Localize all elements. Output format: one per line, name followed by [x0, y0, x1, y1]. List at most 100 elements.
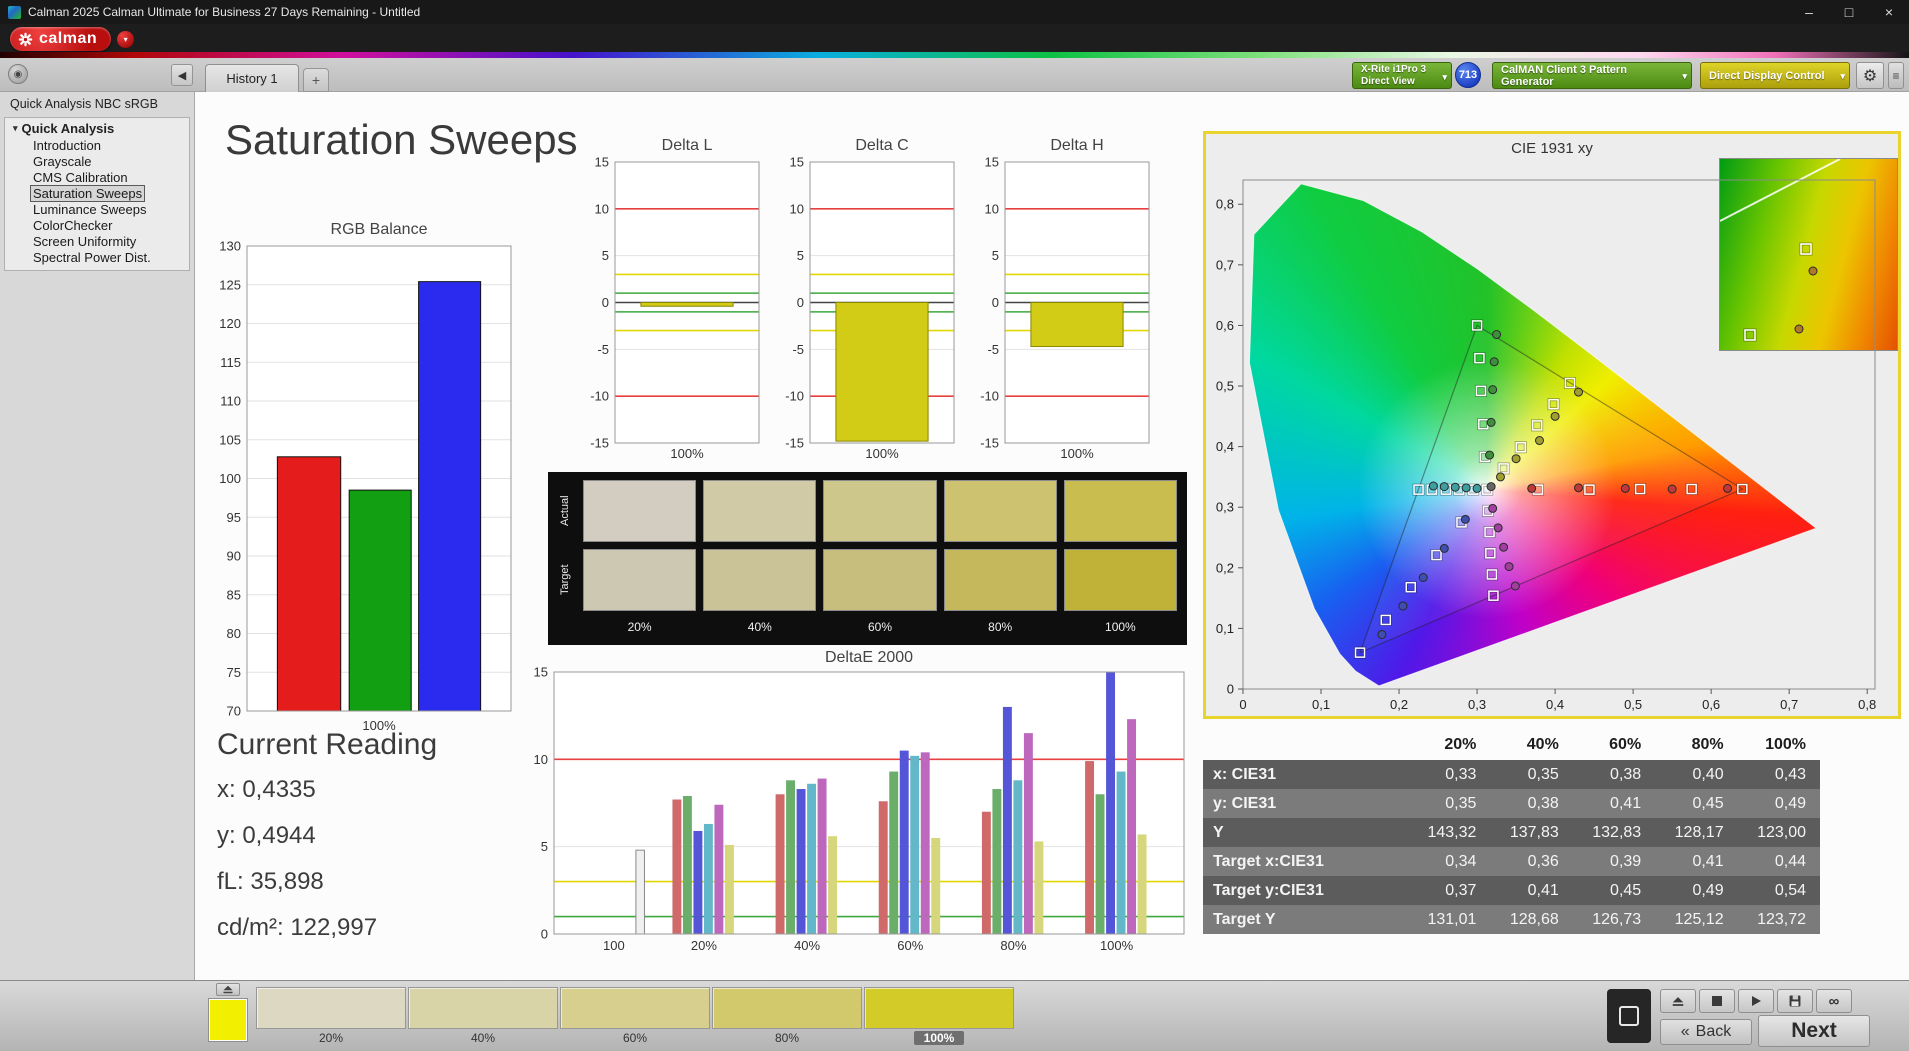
- stop-button[interactable]: [1699, 989, 1735, 1013]
- sidebar-item-colorchecker[interactable]: ColorChecker: [31, 218, 114, 233]
- target-swatch: [703, 549, 817, 611]
- table-cell: 0,33: [1445, 765, 1477, 783]
- saturation-level-40[interactable]: 40%: [408, 987, 558, 1045]
- table-cell: 0,54: [1774, 881, 1806, 899]
- meter-dropdown[interactable]: X-Rite i1Pro 3 Direct View ▾: [1352, 62, 1452, 89]
- svg-text:105: 105: [219, 432, 241, 447]
- table-header-row: 20% 40% 60% 80% 100%: [1203, 730, 1820, 760]
- eject-button[interactable]: [1660, 989, 1696, 1013]
- close-button[interactable]: ×: [1869, 0, 1909, 24]
- chevron-down-icon: ▾: [1682, 71, 1687, 81]
- next-label: Next: [1791, 1019, 1837, 1042]
- svg-text:5: 5: [602, 248, 609, 263]
- saturation-level-80[interactable]: 80%: [712, 987, 862, 1045]
- table-row: x: CIE31 0,33 0,35 0,38 0,40 0,43: [1203, 760, 1820, 789]
- play-button[interactable]: [1738, 989, 1774, 1013]
- svg-text:0,1: 0,1: [1312, 697, 1330, 712]
- current-reading-x: x: 0,4335: [217, 776, 316, 803]
- delta-c-chart: Delta C -15 -10 -5 0 5 10 15 100%: [766, 136, 961, 476]
- svg-text:40%: 40%: [794, 938, 820, 953]
- svg-text:100%: 100%: [1060, 446, 1094, 461]
- continuous-measure-button[interactable]: ∞: [1816, 989, 1852, 1013]
- overflow-menu-button[interactable]: ≡: [1888, 62, 1904, 89]
- svg-text:0: 0: [1239, 697, 1246, 712]
- svg-text:5: 5: [541, 839, 548, 854]
- saturation-level-20[interactable]: 20%: [256, 987, 406, 1045]
- current-pattern-panel: [205, 983, 251, 1047]
- svg-text:0,6: 0,6: [1216, 318, 1234, 333]
- svg-text:120: 120: [219, 316, 241, 331]
- calman-flower-icon: [18, 32, 33, 46]
- add-tab-button[interactable]: +: [303, 68, 329, 92]
- display-control-dropdown[interactable]: Direct Display Control ▾: [1700, 62, 1850, 89]
- svg-text:0: 0: [797, 295, 804, 310]
- table-cell: 0,45: [1692, 794, 1724, 812]
- back-chevron-icon: «: [1680, 1023, 1690, 1040]
- table-column-header: 20%: [1444, 736, 1477, 753]
- display-control-label: Direct Display Control: [1709, 69, 1825, 82]
- pattern-window-icon: [1619, 1006, 1639, 1026]
- level-label: 100%: [913, 1031, 965, 1045]
- svg-text:0,8: 0,8: [1216, 197, 1234, 212]
- svg-text:20%: 20%: [691, 938, 717, 953]
- svg-text:125: 125: [219, 277, 241, 292]
- table-cell: 0,35: [1445, 794, 1477, 812]
- table-column-header: 60%: [1609, 736, 1642, 753]
- back-label: Back: [1695, 1023, 1732, 1040]
- svg-text:-15: -15: [785, 436, 804, 451]
- minimize-button[interactable]: –: [1789, 0, 1829, 24]
- workspace-pin-button[interactable]: ◉: [8, 64, 28, 84]
- sidebar-collapse-button[interactable]: ◀: [171, 64, 193, 86]
- next-button[interactable]: Next: [1758, 1015, 1870, 1047]
- saturation-level-60[interactable]: 60%: [560, 987, 710, 1045]
- cie-title: CIE 1931 xy: [1511, 140, 1593, 157]
- eject-icon[interactable]: [216, 983, 240, 996]
- calman-logo-text: calman: [39, 30, 98, 47]
- maximize-button[interactable]: □: [1829, 0, 1869, 24]
- table-cell: 0,49: [1774, 794, 1806, 812]
- sidebar-item-screen-uniformity[interactable]: Screen Uniformity: [31, 234, 138, 249]
- table-cell: 0,35: [1527, 765, 1559, 783]
- table-cell: 128,17: [1674, 823, 1724, 841]
- sidebar-item-luminance-sweeps[interactable]: Luminance Sweeps: [31, 202, 148, 217]
- sidebar-item-cms-calibration[interactable]: CMS Calibration: [31, 170, 130, 185]
- swatch-row-label: Actual: [559, 495, 571, 527]
- actual-swatch: [703, 480, 817, 542]
- settings-gear-button[interactable]: ⚙: [1856, 62, 1884, 89]
- level-swatch: [560, 987, 710, 1029]
- saturation-level-strip: 20% 40% 60% 80% 100%: [256, 987, 1014, 1045]
- pattern-generator-dropdown[interactable]: CalMAN Client 3 Pattern Generator ▾: [1492, 62, 1692, 89]
- table-cell: 123,00: [1757, 823, 1806, 841]
- sidebar-item-grayscale[interactable]: Grayscale: [31, 154, 94, 169]
- sidebar-item-spectral-power-dist-[interactable]: Spectral Power Dist.: [31, 250, 153, 265]
- sidebar-item-introduction[interactable]: Introduction: [31, 138, 103, 153]
- target-swatch: [823, 549, 937, 611]
- back-button[interactable]: « Back: [1660, 1019, 1752, 1045]
- tab-history-1[interactable]: History 1: [205, 64, 299, 92]
- table-column-header: 100%: [1765, 736, 1806, 753]
- table-row-label: Y: [1213, 823, 1224, 841]
- actual-swatch: [583, 480, 697, 542]
- pattern-window-button[interactable]: [1607, 989, 1651, 1043]
- saturation-level-100[interactable]: 100%: [864, 987, 1014, 1045]
- sidebar-item-saturation-sweeps[interactable]: Saturation Sweeps: [29, 185, 146, 202]
- svg-text:10: 10: [985, 201, 999, 216]
- svg-text:0,5: 0,5: [1216, 379, 1234, 394]
- svg-text:0: 0: [602, 295, 609, 310]
- save-button[interactable]: [1777, 989, 1813, 1013]
- table-cell: 0,36: [1527, 852, 1559, 870]
- table-cell: 0,38: [1610, 765, 1642, 783]
- calman-logo[interactable]: calman: [10, 27, 112, 51]
- svg-text:100%: 100%: [1100, 938, 1134, 953]
- svg-text:95: 95: [227, 510, 241, 525]
- tree-root-label: Quick Analysis: [21, 121, 115, 136]
- table-cell: 0,38: [1527, 794, 1559, 812]
- logo-bar: calman ▾: [0, 24, 1909, 58]
- sidebar-item-quick-analysis-root[interactable]: ▾ Quick Analysis: [5, 120, 189, 137]
- table-cell: 0,39: [1610, 852, 1642, 870]
- table-cell: 131,01: [1427, 910, 1477, 928]
- logo-menu-button[interactable]: ▾: [117, 30, 135, 48]
- table-cell: 126,73: [1592, 910, 1642, 928]
- svg-text:100: 100: [219, 471, 241, 486]
- svg-text:0,7: 0,7: [1780, 697, 1798, 712]
